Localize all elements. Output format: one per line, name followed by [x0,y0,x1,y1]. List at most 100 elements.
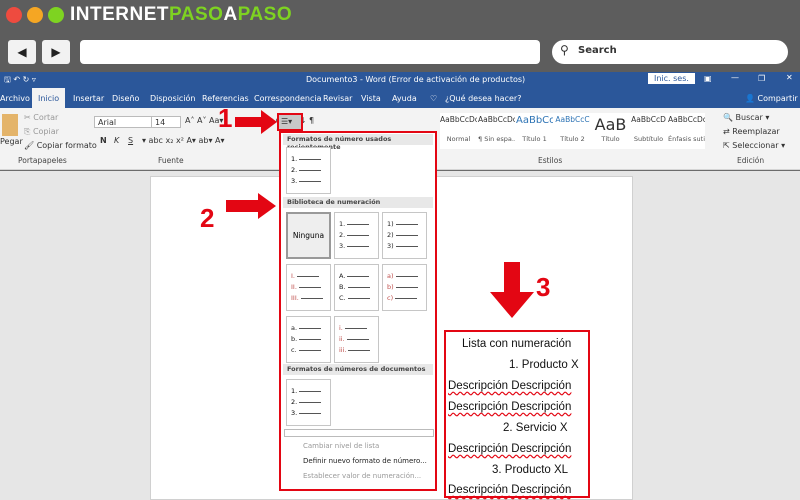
font-size-select[interactable]: 14 [151,116,181,128]
group-label-styles: Estilos [538,156,563,165]
group-label-clipboard: Portapapeles [18,156,67,165]
format-marker: III. [291,294,299,302]
tab-disposicion[interactable]: Disposición [150,94,196,103]
tab-correspondencia[interactable]: Correspondencia [254,94,321,103]
format-marker: iii. [339,346,347,354]
style-name: ¶ Sin espa... [478,135,515,143]
tell-me-input[interactable]: ¿Qué desea hacer? [445,94,521,103]
style-name: Subtítulo [633,135,664,143]
bold-button[interactable]: N [100,136,107,145]
find-button[interactable]: 🔍 Buscar ▾ [723,113,769,122]
sign-in-button[interactable]: Inic. ses. [648,73,695,84]
tab-referencias[interactable]: Referencias [202,94,249,103]
maximize-window-button[interactable] [48,7,64,23]
tab-ayuda[interactable]: Ayuda [392,94,417,103]
close-window-button[interactable] [6,7,22,23]
ribbon-display-icon[interactable]: ▣ [704,74,712,83]
document-formats-header: Formatos de números de documentos [283,364,433,375]
numbering-format-tile[interactable]: A. B. C. [334,264,379,311]
style-item[interactable]: AaBbCcDc ¶ Sin espa... [478,115,515,143]
format-marker: c) [387,294,394,302]
paste-icon[interactable] [2,114,18,136]
format-marker: a. [291,324,298,332]
format-marker: i. [339,324,343,332]
horizontal-scrollbar[interactable] [284,429,434,437]
tab-insertar[interactable]: Insertar [73,94,104,103]
style-item[interactable]: AaBbCc Título 1 [516,115,553,143]
paste-button[interactable]: Pegar [0,137,23,146]
close-icon[interactable]: ✕ [786,73,793,82]
restore-icon[interactable]: ❐ [758,74,765,83]
minimize-window-button[interactable] [27,7,43,23]
format-marker: 1. [339,220,346,228]
style-item[interactable]: AaBbCcD Subtítulo [630,115,667,143]
numbering-format-tile[interactable]: 1) 2) 3) [382,212,427,259]
style-preview: AaBbCcD [631,115,666,124]
format-marker: b) [387,283,394,291]
numbered-list-example: Lista con numeración 1. Producto X Descr… [444,330,590,498]
callout-number-2: 2 [200,203,215,233]
word-title-bar: 🖫 ↶ ↻ ▿ Documento3 - Word (Error de acti… [0,72,800,88]
recent-format-tile[interactable]: 1. 2. 3. [286,147,331,194]
style-item[interactable]: AaBbCcDc Normal [440,115,477,143]
select-button[interactable]: ⇱ Seleccionar ▾ [723,141,785,150]
tab-vista[interactable]: Vista [361,94,381,103]
search-input[interactable]: ⚲ Search [552,40,788,64]
numbering-format-tile[interactable]: i. ii. iii. [334,316,379,363]
document-format-tile[interactable]: 1. 2. 3. [286,379,331,426]
style-preview: AaBbCcDc [478,115,515,124]
back-button[interactable]: ◀ [8,40,36,64]
format-marker: b. [291,335,298,343]
numbering-format-tile[interactable]: a. b. c. [286,316,331,363]
font-name-select[interactable]: Arial [94,116,152,128]
format-marker: ii. [339,335,345,343]
set-numbering-value-item[interactable]: Establecer valor de numeración... [303,472,421,480]
save-icon[interactable]: 🖫 ↶ ↻ ▿ [4,74,36,88]
list-item: 2. Servicio X [503,422,568,434]
lightbulb-icon: ♡ [430,94,438,103]
library-header: Biblioteca de numeración [283,197,433,208]
numbering-format-tile[interactable]: a) b) c) [382,264,427,311]
tab-revisar[interactable]: Revisar [323,94,352,103]
callout-number-1: 1 [218,103,233,133]
style-name: Título [601,135,620,143]
style-name: Título 2 [560,135,585,143]
recent-formats-header: Formatos de número usados recientemente [283,134,433,151]
forward-button[interactable]: ▶ [42,40,70,64]
ribbon-tabs: Archivo Inicio Insertar Diseño Disposici… [0,88,800,108]
list-title: Lista con numeración [462,338,572,350]
numbering-format-tile[interactable]: I. II. III. [286,264,331,311]
arrow-right-icon [235,110,277,134]
style-item[interactable]: AaB Título [592,115,629,143]
style-preview: AaBbCc [516,115,553,126]
share-button[interactable]: 👤 Compartir [745,94,798,103]
format-marker: 3. [339,242,346,250]
style-item[interactable]: AaBbCcC Título 2 [554,115,591,143]
url-bar[interactable] [80,40,540,64]
replace-button[interactable]: ⇄ Reemplazar [723,127,780,136]
change-list-level-item[interactable]: Cambiar nivel de lista [303,442,379,450]
define-new-format-item[interactable]: Definir nuevo formato de número... [303,457,427,465]
numbering-format-tile[interactable]: 1. 2. 3. [334,212,379,259]
minimize-icon[interactable]: — [731,73,739,82]
style-name: Énfasis sutil [668,135,705,143]
style-preview: AaBbCcDc [440,115,477,124]
italic-button[interactable]: K [114,136,119,145]
format-none[interactable]: Ninguna [286,212,331,259]
group-label-font: Fuente [158,156,184,165]
list-item: 1. Producto X [509,359,579,371]
format-marker: B. [339,283,346,291]
text-effects-icons[interactable]: ▾ abc x₂ x² A▾ ab▾ A▾ [142,136,225,145]
format-painter-button[interactable]: 🖌 Copiar formato [24,141,97,150]
underline-button[interactable]: S [128,136,133,145]
numbering-button[interactable]: ☰▾ [277,113,303,131]
style-preview: AaBbCcC [555,115,590,124]
tab-diseno[interactable]: Diseño [112,94,139,103]
format-marker: 3) [387,242,394,250]
cut-button[interactable]: ✂ Cortar [24,113,58,122]
tab-archivo[interactable]: Archivo [0,94,30,103]
copy-button[interactable]: ⎘ Copiar [24,127,59,137]
list-description: Descripción Descripción [448,484,572,496]
tab-inicio[interactable]: Inicio [32,88,66,108]
style-item[interactable]: AaBbCcDc Énfasis sutil [668,115,705,143]
